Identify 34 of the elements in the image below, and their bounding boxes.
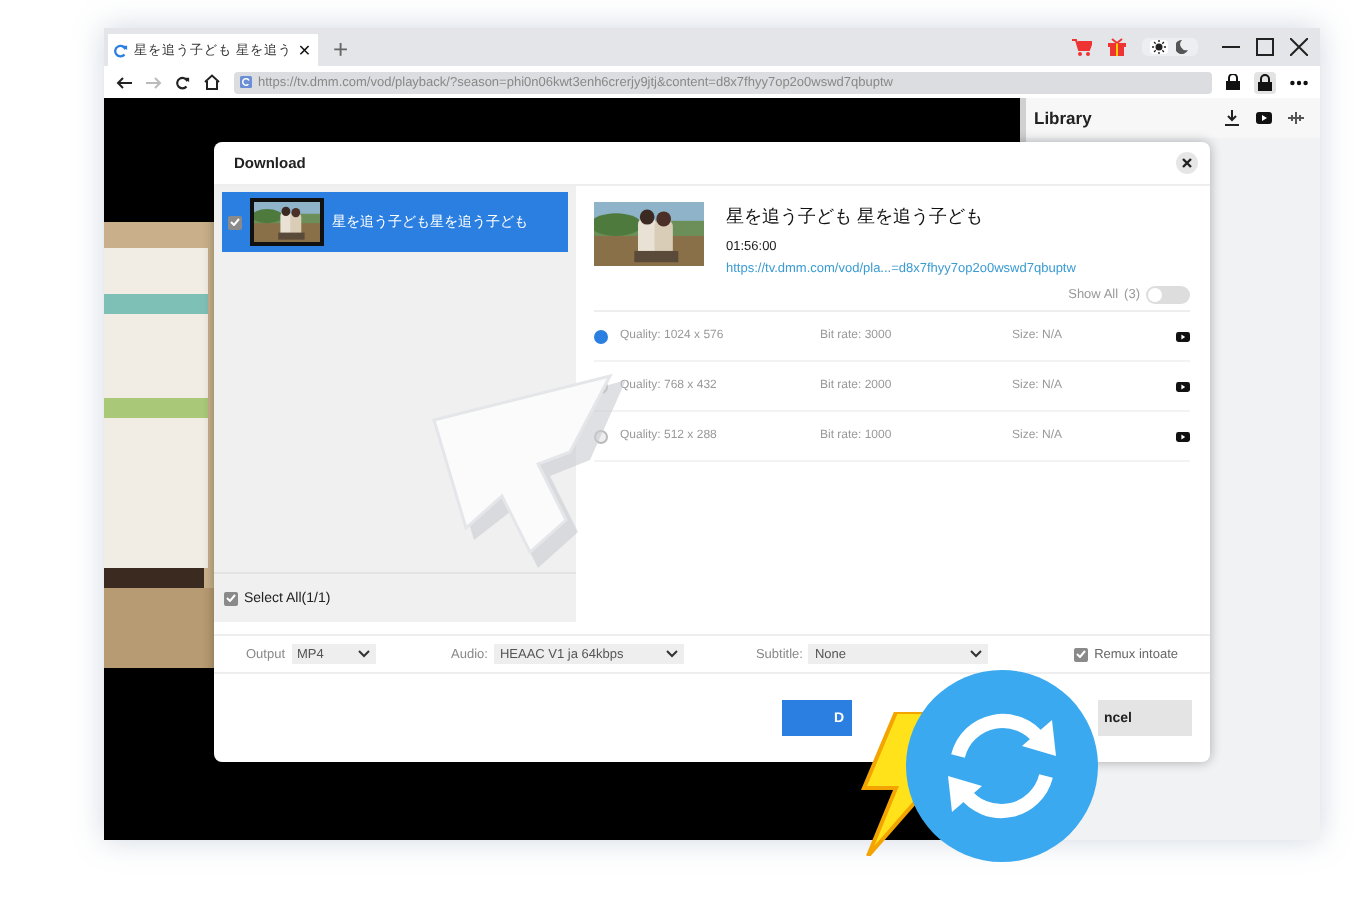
video-title: 星を追う子ども 星を追う子ども (726, 204, 986, 230)
caret-icon (970, 650, 983, 658)
lock-icon[interactable] (1254, 71, 1276, 93)
video-icon (1176, 381, 1190, 391)
quality-radio[interactable] (594, 329, 608, 343)
caret-icon (357, 650, 370, 658)
close-button[interactable] (1176, 152, 1198, 174)
close-icon[interactable] (1290, 38, 1308, 56)
reload-icon[interactable] (176, 75, 190, 89)
library-title: Library (1034, 108, 1094, 128)
sun-icon (1150, 40, 1168, 54)
quality-radio[interactable] (594, 429, 608, 443)
new-tab-button[interactable]: + (321, 34, 361, 66)
download-icon[interactable] (1224, 110, 1240, 126)
video-icon (1176, 431, 1190, 441)
maximize-icon[interactable] (1256, 38, 1274, 56)
cart-icon[interactable] (1072, 38, 1092, 56)
audio-icon[interactable] (1288, 112, 1304, 124)
back-icon[interactable] (116, 75, 132, 89)
video-icon (1176, 331, 1190, 341)
remux-checkbox[interactable] (1074, 647, 1089, 661)
checkbox[interactable] (228, 215, 242, 229)
lock-icon[interactable] (1226, 74, 1240, 90)
select-all-checkbox[interactable] (224, 591, 238, 605)
refresh-icon (114, 43, 128, 57)
show-all-toggle[interactable] (1146, 285, 1190, 303)
home-icon[interactable] (204, 74, 220, 90)
moon-icon (1174, 40, 1190, 54)
more-icon[interactable] (1290, 79, 1308, 85)
theme-toggle[interactable] (1142, 38, 1198, 56)
video-icon[interactable] (1256, 112, 1272, 124)
caret-icon (665, 650, 678, 658)
tab-close-button[interactable]: ✕ (297, 41, 312, 59)
gift-icon[interactable] (1108, 38, 1126, 56)
